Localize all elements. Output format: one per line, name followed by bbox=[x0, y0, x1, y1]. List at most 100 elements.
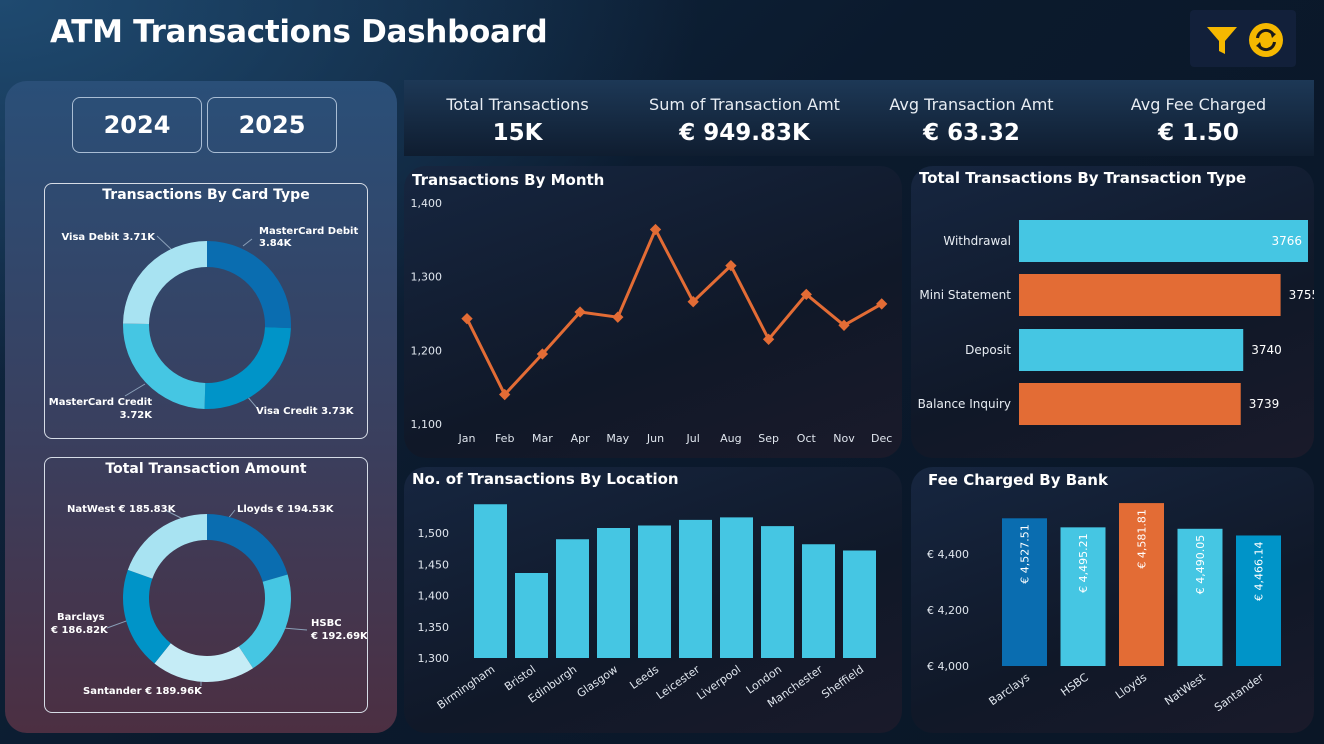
bar-value-label: € 4,466.14 bbox=[1253, 541, 1266, 600]
kpi-label: Avg Transaction Amt bbox=[889, 95, 1054, 114]
x-tick-label-dec: Dec bbox=[871, 432, 892, 445]
x-tick-label-nov: Nov bbox=[833, 432, 855, 445]
kpi-value: 15K bbox=[492, 120, 543, 146]
bar-glasgow bbox=[597, 528, 630, 658]
bar-sheffield bbox=[843, 550, 876, 658]
x-tick-label-leeds: Leeds bbox=[627, 663, 661, 692]
bar-value-label: 3739 bbox=[1249, 397, 1280, 411]
bar-value-label: € 4,527.51 bbox=[1019, 524, 1032, 583]
y-tick-label: € 4,200 bbox=[927, 604, 969, 617]
donut-slice-visa-debit bbox=[123, 241, 207, 325]
kpi-value: € 949.83K bbox=[679, 120, 810, 146]
fee-by-bank-chart: € 4,000 € 4,200 € 4,400 € 4,527.51 Barclays €… bbox=[927, 503, 1281, 715]
bar-leeds bbox=[638, 525, 671, 658]
bar-value-label: 3755 bbox=[1289, 288, 1314, 302]
x-tick-label-oct: Oct bbox=[797, 432, 817, 445]
y-tick-label: 1,100 bbox=[411, 418, 443, 431]
transaction-amount-donut: Lloyds € 194.53K HSBC € 192.69K Santande… bbox=[50, 504, 367, 697]
bar-balance-inquiry bbox=[1019, 383, 1241, 425]
transaction-amount-chart: Total Transaction Amount Lloyds € 194.53… bbox=[44, 457, 368, 713]
bar-value-label: 3740 bbox=[1251, 343, 1282, 357]
card-type-donut: MasterCard Debit 3.84K Visa Credit 3.73K… bbox=[49, 226, 359, 421]
y-tick-label: 1,350 bbox=[418, 621, 450, 634]
kpi-label: Avg Fee Charged bbox=[1130, 95, 1267, 114]
x-tick-label-jan: Jan bbox=[458, 432, 476, 445]
donut-label-mastercard-credit-value: 3.72K bbox=[120, 410, 154, 421]
fee-by-bank-panel: Fee Charged By Bank € 4,000 € 4,200 € 4,40… bbox=[911, 467, 1314, 733]
bar-manchester bbox=[802, 544, 835, 658]
donut-label-barclays: Barclays bbox=[57, 612, 105, 623]
bar-withdrawal bbox=[1019, 220, 1308, 262]
bar-category-label: Mini Statement bbox=[919, 288, 1011, 302]
donut-label-visa-credit: Visa Credit 3.73K bbox=[256, 406, 355, 417]
transactions-by-location-panel: No. of Transactions By Location 1,300 1,3… bbox=[404, 467, 902, 733]
x-tick-label-glasgow: Glasgow bbox=[574, 663, 620, 700]
transactions-by-type-chart: Withdrawal 3766 Mini Statement 3755 Deposit 3… bbox=[918, 220, 1314, 425]
y-tick-label: 1,450 bbox=[418, 558, 450, 571]
y-tick-label: 1,200 bbox=[411, 344, 443, 357]
data-point-may bbox=[612, 311, 624, 323]
kpi-label: Sum of Transaction Amt bbox=[649, 95, 840, 114]
kpi-sum-transaction-amt: Sum of Transaction Amt € 949.83K bbox=[631, 80, 858, 146]
x-tick-label-feb: Feb bbox=[495, 432, 514, 445]
transactions-by-location-chart: 1,3001,3501,4001,4501,500Birmingham Brist… bbox=[418, 504, 876, 712]
page-title: ATM Transactions Dashboard bbox=[50, 14, 548, 50]
kpi-value: € 63.32 bbox=[923, 120, 1020, 146]
refresh-icon[interactable] bbox=[1248, 22, 1284, 58]
x-tick-label-apr: Apr bbox=[571, 432, 591, 445]
y-tick-label: € 4,400 bbox=[927, 548, 969, 561]
donut-label-natwest: NatWest € 185.83K bbox=[67, 504, 177, 515]
donut-slice-visa-credit bbox=[204, 327, 291, 409]
kpi-strip: Total Transactions 15K Sum of Transactio… bbox=[404, 80, 1314, 156]
y-tick-label: 1,300 bbox=[411, 271, 443, 284]
bar-leicester bbox=[679, 519, 712, 658]
x-tick-label-aug: Aug bbox=[720, 432, 741, 445]
y-tick-label: 1,300 bbox=[418, 652, 450, 665]
donut-label-hsbc: HSBC bbox=[311, 618, 342, 629]
toolbar bbox=[1190, 10, 1296, 67]
donut-slice-barclays bbox=[123, 569, 171, 664]
x-tick-label-sep: Sep bbox=[758, 432, 779, 445]
donut-label-barclays-value: € 186.82K bbox=[50, 625, 109, 636]
donut-label-mastercard-debit-value: 3.84K bbox=[259, 238, 293, 249]
kpi-avg-fee-charged: Avg Fee Charged € 1.50 bbox=[1085, 80, 1312, 146]
y-tick-label: 1,400 bbox=[411, 197, 443, 210]
donut-slice-lloyds bbox=[207, 514, 288, 582]
donut-slice-santander bbox=[154, 643, 254, 682]
bar-category-label: Balance Inquiry bbox=[918, 397, 1011, 411]
y-tick-label: 1,500 bbox=[418, 527, 450, 540]
x-tick-label-jun: Jun bbox=[646, 432, 664, 445]
donut-label-mastercard-credit: MasterCard Credit bbox=[49, 397, 152, 408]
year-button-2024[interactable]: 2024 bbox=[72, 97, 202, 153]
bar-value-label: € 4,495.21 bbox=[1077, 533, 1090, 592]
x-tick-label-hsbc: HSBC bbox=[1058, 671, 1091, 699]
y-tick-label: € 4,000 bbox=[927, 660, 969, 673]
bar-category-label: Withdrawal bbox=[943, 234, 1011, 248]
x-tick-label-may: May bbox=[606, 432, 629, 445]
x-tick-label-santander: Santander bbox=[1212, 671, 1267, 715]
x-tick-label-mar: Mar bbox=[532, 432, 553, 445]
x-tick-label-natwest: NatWest bbox=[1162, 670, 1208, 708]
data-point-jun bbox=[649, 223, 662, 236]
bar-category-label: Deposit bbox=[965, 343, 1011, 357]
donut-label-visa-debit: Visa Debit 3.71K bbox=[61, 232, 156, 243]
x-tick-label-liverpool: Liverpool bbox=[694, 663, 743, 703]
funnel-icon[interactable] bbox=[1204, 22, 1240, 58]
x-tick-label-birmingham: Birmingham bbox=[435, 663, 497, 712]
donut-label-hsbc-value: € 192.69K bbox=[310, 631, 367, 642]
donut-slice-mastercard-debit bbox=[207, 241, 291, 329]
kpi-value: € 1.50 bbox=[1158, 120, 1239, 146]
y-tick-label: 1,400 bbox=[418, 590, 450, 603]
transactions-by-type-panel: Total Transactions By Transaction Type W… bbox=[911, 166, 1314, 458]
kpi-avg-transaction-amt: Avg Transaction Amt € 63.32 bbox=[858, 80, 1085, 146]
x-tick-label-lloyds: Lloyds bbox=[1113, 671, 1149, 702]
year-button-2025[interactable]: 2025 bbox=[207, 97, 337, 153]
transactions-by-month-chart: 1,100 1,200 1,300 1,400 Jan Feb Mar Apr May Jun Ju… bbox=[411, 197, 893, 445]
x-tick-label-jul: Jul bbox=[686, 432, 700, 445]
x-tick-label-sheffield: Sheffield bbox=[819, 663, 866, 701]
data-point-jan bbox=[461, 312, 473, 325]
kpi-label: Total Transactions bbox=[446, 95, 589, 114]
donut-label-lloyds: Lloyds € 194.53K bbox=[237, 504, 335, 515]
bar-value-label: 3766 bbox=[1271, 234, 1302, 248]
bar-liverpool bbox=[720, 517, 753, 658]
